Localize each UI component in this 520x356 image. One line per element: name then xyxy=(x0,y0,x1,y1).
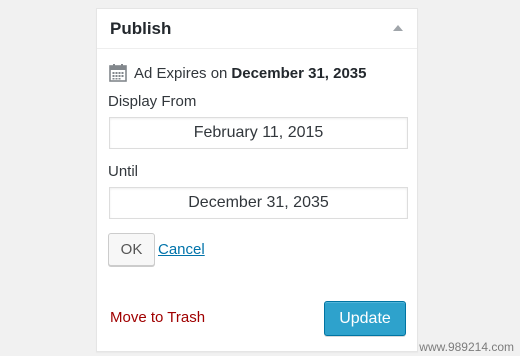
update-button[interactable]: Update xyxy=(324,301,406,336)
display-from-label: Display From xyxy=(108,93,197,110)
publish-panel: Publish Ad Expires on December 31, 2035 … xyxy=(96,8,418,352)
panel-header[interactable]: Publish xyxy=(97,9,417,49)
display-from-input[interactable] xyxy=(109,117,408,149)
calendar-icon xyxy=(109,64,127,82)
until-label: Until xyxy=(108,163,139,180)
panel-title: Publish xyxy=(110,19,172,38)
expiry-summary: Ad Expires on December 31, 2035 xyxy=(108,63,367,83)
expiry-prefix: Ad Expires on xyxy=(134,64,228,82)
collapse-arrow-icon[interactable] xyxy=(393,25,403,31)
expiry-date: December 31, 2035 xyxy=(231,64,367,82)
ok-button[interactable]: OK xyxy=(108,233,155,266)
until-input[interactable] xyxy=(109,187,408,219)
watermark: www.989214.com xyxy=(419,340,514,354)
move-to-trash-link[interactable]: Move to Trash xyxy=(110,309,205,326)
cancel-link[interactable]: Cancel xyxy=(158,241,205,258)
